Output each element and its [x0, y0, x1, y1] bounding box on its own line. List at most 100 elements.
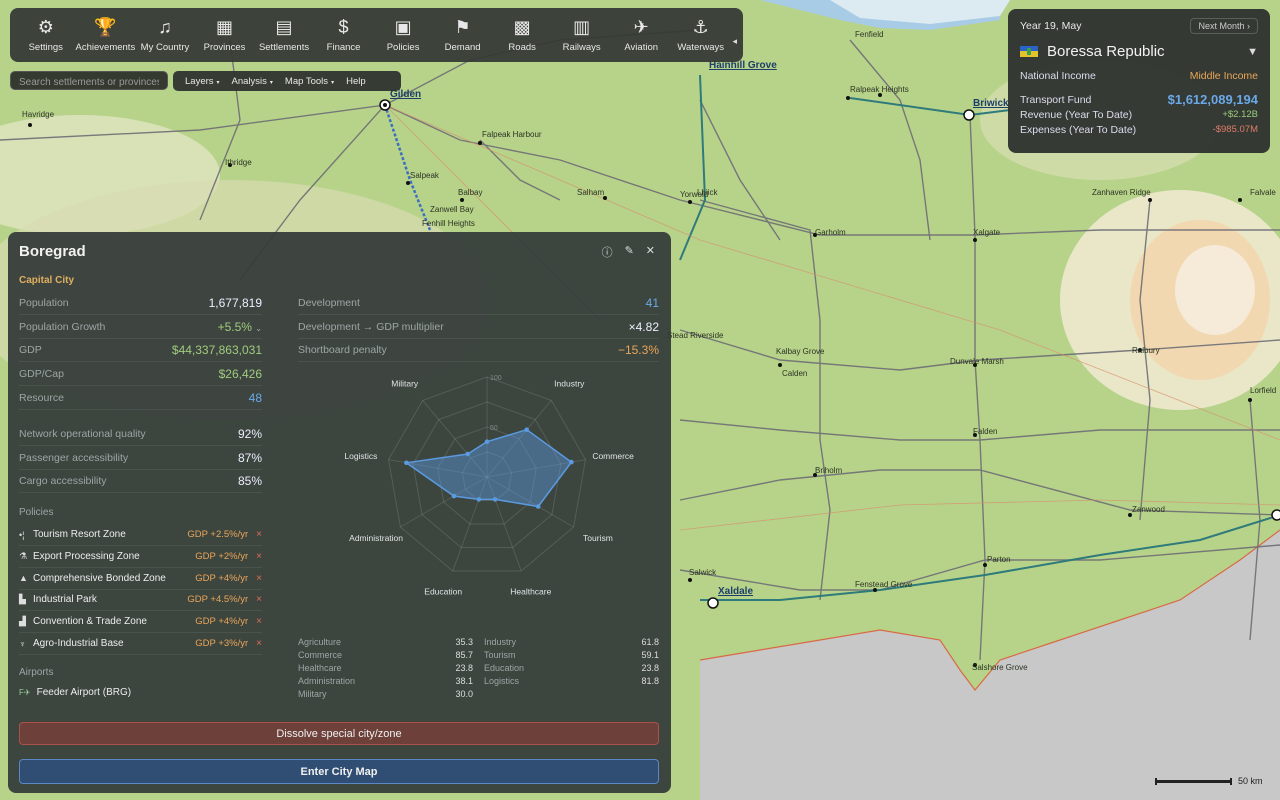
- toolbar-my-country-button[interactable]: ♫ My Country: [135, 16, 195, 54]
- passenger-value: 87%: [237, 451, 262, 465]
- map-settlement-label[interactable]: Fenstead Grove: [855, 580, 912, 589]
- gdp-label: GDP: [19, 344, 42, 356]
- shortboard-label: Shortboard penalty: [298, 344, 387, 356]
- map-settlement-label[interactable]: Kalbay Grove: [776, 347, 824, 356]
- remove-policy-icon[interactable]: ×: [256, 638, 262, 649]
- map-settlement-label[interactable]: Salshore Grove: [972, 663, 1028, 672]
- remove-policy-icon[interactable]: ×: [256, 616, 262, 627]
- search-box[interactable]: [10, 71, 168, 91]
- map-settlement-label[interactable]: Zanwell Bay: [430, 205, 474, 214]
- map-settlement-label[interactable]: Balbay: [458, 188, 482, 197]
- map-settlement-label[interactable]: Xaldale: [718, 586, 753, 597]
- toolbar-provinces-button[interactable]: ▦ Provinces: [195, 16, 255, 54]
- policy-item[interactable]: ⚗ Export Processing Zone GDP +2%/yr ×: [19, 546, 262, 568]
- airport-item[interactable]: F✈ Feeder Airport (BRG): [19, 687, 131, 698]
- next-month-button[interactable]: Next Month ›: [1190, 18, 1258, 34]
- menu-layers[interactable]: Layers ▾: [185, 76, 220, 87]
- toolbar-settings-button[interactable]: ⚙ Settings: [16, 16, 76, 54]
- remove-policy-icon[interactable]: ×: [256, 529, 262, 540]
- menu-analysis[interactable]: Analysis ▾: [232, 76, 273, 87]
- revenue-label: Revenue (Year To Date): [1020, 109, 1133, 121]
- toolbar-label: Settlements: [258, 42, 310, 53]
- growth-row[interactable]: Population Growth +5.5% ⌄: [19, 316, 262, 339]
- transport-fund-value: $1,612,089,194: [1167, 92, 1258, 107]
- map-settlement-label[interactable]: Zanwood: [1132, 505, 1165, 514]
- railways-icon: ▥: [573, 16, 591, 37]
- network-row: Network operational quality 92%: [19, 423, 262, 446]
- toolbar-finance-button[interactable]: $ Finance: [314, 16, 374, 54]
- policy-item[interactable]: ▲ Comprehensive Bonded Zone GDP +4%/yr ×: [19, 568, 262, 590]
- map-settlement-label[interactable]: Fenfield: [855, 30, 883, 39]
- map-settlement-label[interactable]: Fenhill Heights: [422, 219, 475, 228]
- remove-policy-icon[interactable]: ×: [256, 551, 262, 562]
- gdp-row: GDP $44,337,863,031: [19, 339, 262, 362]
- map-settlement-label[interactable]: Falpeak Harbour: [482, 130, 542, 139]
- map-settlement-label[interactable]: Falden: [973, 427, 997, 436]
- population-label: Population: [19, 297, 69, 309]
- close-icon[interactable]: ✕: [646, 244, 655, 260]
- map-settlement-label[interactable]: Havridge: [22, 110, 54, 119]
- search-input[interactable]: [11, 74, 167, 91]
- edit-icon[interactable]: ✎: [625, 244, 634, 260]
- enter-city-map-button[interactable]: Enter City Map: [19, 759, 659, 784]
- map-settlement-label[interactable]: Garholm: [815, 228, 846, 237]
- radar-point-administration: [451, 493, 457, 499]
- current-date: Year 19, May: [1020, 20, 1082, 32]
- map-settlement-label[interactable]: Ithridge: [225, 158, 252, 167]
- policy-name: Agro-Industrial Base: [33, 638, 124, 649]
- map-settlement-label[interactable]: Xalgate: [973, 228, 1000, 237]
- demand-icon: ⚑: [454, 16, 471, 37]
- dissolve-zone-button[interactable]: Dissolve special city/zone: [19, 722, 659, 745]
- policy-item[interactable]: ▙ Industrial Park GDP +4.5%/yr ×: [19, 589, 262, 612]
- axis-table-row: Education 23.8: [484, 663, 659, 673]
- map-settlement-label[interactable]: Salham: [577, 188, 604, 197]
- map-settlement-label[interactable]: Salpeak: [410, 171, 439, 180]
- map-settlement-label[interactable]: Stead Riverside: [667, 331, 723, 340]
- axis-name: Administration: [298, 676, 356, 686]
- map-settlement-label[interactable]: Falvale: [1250, 188, 1276, 197]
- dropdown-icon[interactable]: ▼: [1247, 46, 1258, 58]
- map-settlement-label[interactable]: Ralpeak Heights: [850, 85, 909, 94]
- policy-item[interactable]: ▟ Convention & Trade Zone GDP +4%/yr ×: [19, 611, 262, 634]
- toolbar-demand-button[interactable]: ⚑ Demand: [433, 16, 493, 54]
- map-settlement-label[interactable]: Salwick: [689, 568, 716, 577]
- toolbar-label: Aviation: [624, 42, 659, 53]
- remove-policy-icon[interactable]: ×: [256, 594, 262, 605]
- menu-help[interactable]: Help: [346, 76, 366, 87]
- national-income-label: National Income: [1020, 70, 1096, 82]
- map-settlement-label[interactable]: Dunvale Marsh: [950, 357, 1004, 366]
- toolbar-railways-button[interactable]: ▥ Railways: [552, 16, 612, 54]
- toolbar-label: My Country: [140, 42, 190, 53]
- info-icon[interactable]: ⓘ: [602, 244, 613, 260]
- map-settlement-label[interactable]: Calden: [782, 369, 807, 378]
- toolbar-achievements-button[interactable]: 🏆 Achievements: [76, 16, 136, 54]
- axis-name: Logistics: [484, 676, 520, 686]
- gdpcap-row: GDP/Cap $26,426: [19, 363, 262, 386]
- airports-heading: Airports: [19, 667, 54, 678]
- growth-value: +5.5% ⌄: [218, 320, 262, 334]
- policy-gdp-effect: GDP +3%/yr: [195, 638, 249, 649]
- menu-map-tools[interactable]: Map Tools ▾: [285, 76, 334, 87]
- country-selector[interactable]: Boressa Republic ▼: [1020, 43, 1258, 60]
- collapse-toolbar-icon[interactable]: ◂: [733, 36, 738, 47]
- toolbar-roads-button[interactable]: ▩ Roads: [492, 16, 552, 54]
- toolbar-waterways-button[interactable]: ⚓ Waterways: [671, 16, 731, 54]
- export-icon: ⚗: [19, 550, 28, 561]
- development-radar-chart: 50100AgricultureIndustryCommerceTourismH…: [344, 375, 634, 597]
- map-settlement-label[interactable]: Zanhaven Ridge: [1092, 188, 1151, 197]
- map-settlement-label[interactable]: Briholm: [815, 466, 842, 475]
- roads-icon: ▩: [513, 16, 531, 37]
- axis-name: Tourism: [484, 650, 516, 660]
- toolbar-settlements-button[interactable]: ▤ Settlements: [254, 16, 314, 54]
- map-settlement-label[interactable]: Lorfield: [1250, 386, 1276, 395]
- map-settlement-label[interactable]: Briwick: [973, 98, 1009, 109]
- menu-layers-label: Layers: [185, 75, 214, 87]
- toolbar-policies-button[interactable]: ▣ Policies: [373, 16, 433, 54]
- policy-item[interactable]: •¦ Tourism Resort Zone GDP +2.5%/yr ×: [19, 524, 262, 546]
- map-settlement-label[interactable]: Lhiick: [697, 188, 717, 197]
- toolbar-aviation-button[interactable]: ✈ Aviation: [611, 16, 671, 54]
- map-settlement-label[interactable]: Ralbury: [1132, 346, 1160, 355]
- policy-item[interactable]: ♆ Agro-Industrial Base GDP +3%/yr ×: [19, 633, 262, 655]
- remove-policy-icon[interactable]: ×: [256, 573, 262, 584]
- map-settlement-label[interactable]: Parton: [987, 555, 1011, 564]
